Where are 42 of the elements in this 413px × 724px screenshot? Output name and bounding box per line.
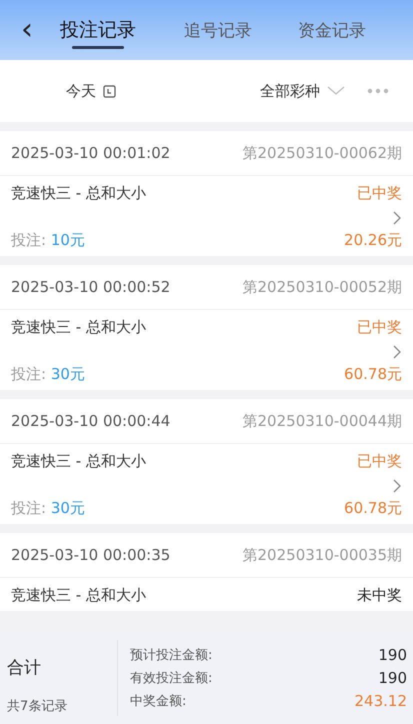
payout-amount: 60.78元 — [344, 499, 402, 518]
game-name: 竞速快三 - 总和大小 — [11, 586, 146, 605]
stake-amount: 投注: 10元 — [11, 231, 85, 250]
win-status: 已中奖 — [357, 184, 402, 203]
back-button[interactable]: ‹ — [14, 15, 40, 45]
calendar-icon — [103, 84, 116, 98]
tab[interactable]: 资金记录 — [298, 4, 366, 56]
tab[interactable]: 投注记录 — [60, 3, 136, 57]
summary-value: 190 — [378, 646, 407, 664]
summary-value: 243.12 — [354, 692, 407, 710]
game-name: 竞速快三 - 总和大小 — [11, 184, 146, 203]
payout-amount: 20.26元 — [344, 231, 402, 250]
period-number: 第20250310-00062期 — [242, 144, 402, 162]
summary-label: 预计投注金额: — [130, 647, 212, 664]
payout-amount: 60.78元 — [344, 365, 402, 384]
summary-label: 有效投注金额: — [130, 670, 212, 687]
bet-time: 2025-03-10 00:00:44 — [11, 412, 170, 430]
tab[interactable]: 追号记录 — [184, 4, 252, 56]
win-status: 未中奖 — [357, 586, 402, 605]
chevron-down-icon — [327, 86, 345, 96]
chevron-right-icon[interactable] — [393, 345, 401, 359]
summary-label: 中奖金额: — [130, 693, 186, 710]
game-name: 竞速快三 - 总和大小 — [11, 452, 146, 471]
lottery-filter[interactable]: 全部彩种 — [260, 82, 345, 100]
bet-time: 2025-03-10 00:01:02 — [11, 144, 170, 162]
stake-amount: 投注: 30元 — [11, 365, 85, 384]
summary-value: 190 — [378, 669, 407, 687]
bet-time: 2025-03-10 00:00:52 — [11, 278, 170, 296]
period-number: 第20250310-00035期 — [242, 546, 402, 564]
more-icon[interactable] — [367, 88, 389, 94]
period-number: 第20250310-00052期 — [242, 278, 402, 296]
bet-time: 2025-03-10 00:00:35 — [11, 546, 170, 564]
date-filter[interactable]: 今天 — [66, 82, 116, 100]
chevron-right-icon[interactable] — [393, 211, 401, 225]
win-status: 已中奖 — [357, 318, 402, 337]
total-title: 合计 — [7, 657, 42, 679]
record-count: 共7条记录 — [7, 698, 68, 715]
period-number: 第20250310-00044期 — [242, 412, 402, 430]
game-name: 竞速快三 - 总和大小 — [11, 318, 146, 337]
win-status: 已中奖 — [357, 452, 402, 471]
chevron-right-icon[interactable] — [393, 479, 401, 493]
stake-amount: 投注: 30元 — [11, 499, 85, 518]
